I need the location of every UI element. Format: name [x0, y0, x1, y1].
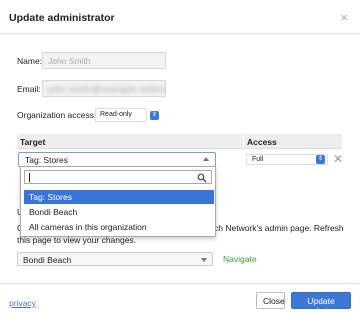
- org-access-label: Organization access:: [17, 110, 97, 120]
- privacy-link[interactable]: privacy: [9, 298, 36, 308]
- dropdown-option-tag-stores[interactable]: Tag: Stores: [24, 190, 214, 204]
- access-column-header: Access: [247, 137, 277, 147]
- remove-icon[interactable]: ✕: [333, 153, 343, 165]
- info-text-line1: ch Network's admin page. Refresh: [214, 223, 344, 233]
- email-field[interactable]: john.smith@example-redacted.com: [42, 80, 166, 97]
- network-select-value: Bondi Beach: [23, 255, 72, 265]
- target-select[interactable]: Tag: Stores: [18, 152, 216, 167]
- name-label: Name:: [17, 56, 43, 66]
- header-divider: [0, 33, 360, 34]
- dropdown-search-input[interactable]: [24, 170, 212, 184]
- targets-table-header: Target Access: [17, 134, 342, 149]
- email-label: Email:: [17, 84, 41, 94]
- update-admin-button[interactable]: Update admin: [291, 292, 351, 316]
- network-select[interactable]: Bondi Beach: [17, 252, 213, 266]
- column-divider: [243, 134, 244, 149]
- dialog-title: Update administrator: [9, 12, 115, 24]
- org-access-select[interactable]: Read-only ⇕: [95, 108, 159, 122]
- dropdown-option-all-cameras[interactable]: All cameras in this organization: [24, 220, 214, 234]
- email-value-redacted: john.smith@example-redacted.com: [48, 84, 166, 94]
- chevron-down-icon: [201, 258, 207, 262]
- footer-divider: [0, 283, 360, 284]
- close-icon[interactable]: ×: [340, 10, 348, 25]
- name-field[interactable]: John Smith: [42, 52, 166, 69]
- target-select-value: Tag: Stores: [25, 155, 68, 165]
- dropdown-option-bondi-beach[interactable]: Bondi Beach: [24, 205, 214, 219]
- org-access-value: Read-only: [100, 111, 132, 118]
- select-arrows-icon: ⇕: [316, 155, 325, 164]
- target-dropdown: Tag: Stores Bondi Beach All cameras in t…: [20, 166, 216, 237]
- navigate-link[interactable]: Navigate: [223, 254, 257, 264]
- access-select-value: Full: [252, 156, 264, 163]
- close-button[interactable]: Close: [256, 292, 285, 309]
- text-cursor: [29, 173, 30, 182]
- update-admin-dialog: Update administrator × Name: John Smith …: [0, 0, 360, 317]
- target-column-header: Target: [20, 137, 46, 147]
- access-select[interactable]: Full ⇕: [246, 154, 328, 165]
- select-arrows-icon: ⇕: [150, 111, 159, 120]
- search-icon: [197, 173, 207, 183]
- chevron-up-icon: [203, 157, 209, 161]
